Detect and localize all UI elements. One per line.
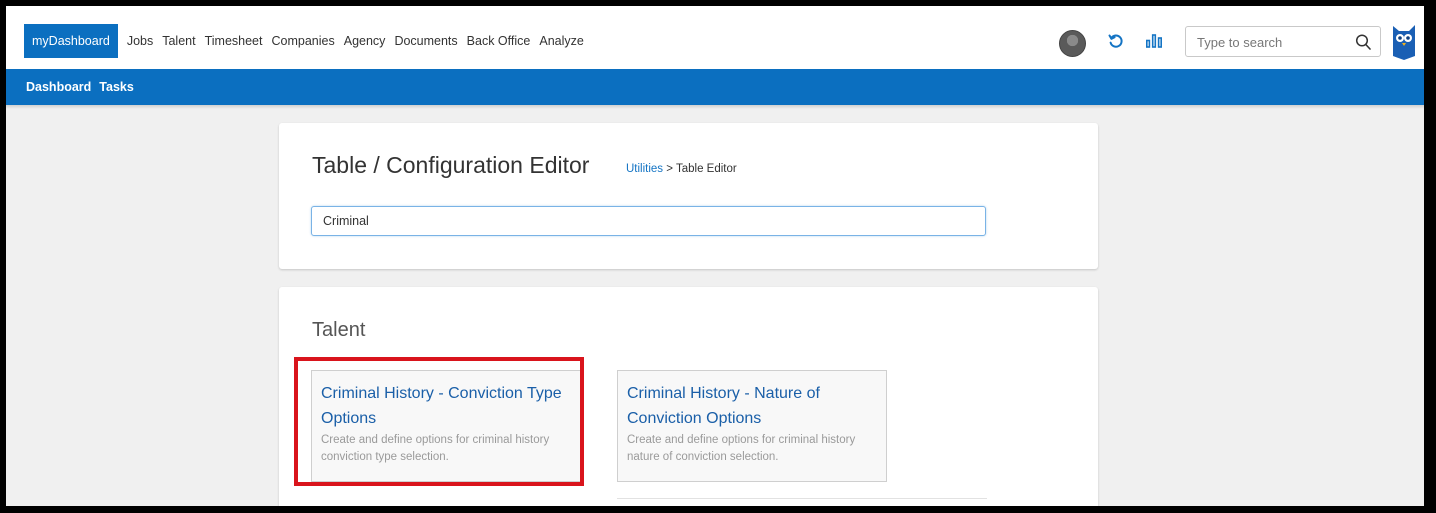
breadcrumb-utilities-link[interactable]: Utilities xyxy=(626,163,663,175)
tile-description: Create and define options for criminal h… xyxy=(627,434,856,463)
subnav-item-dashboard[interactable]: Dashboard xyxy=(26,80,91,94)
breadcrumb: Utilities > Table Editor xyxy=(626,163,737,175)
main-menu: myDashboard Jobs Talent Timesheet Compan… xyxy=(24,24,593,58)
nav-utilities xyxy=(1059,26,1163,60)
tile-title[interactable]: Criminal History - Conviction Type Optio… xyxy=(321,381,571,431)
nav-item-agency[interactable]: Agency xyxy=(344,24,395,58)
editor-header-panel: Table / Configuration Editor Utilities >… xyxy=(279,123,1098,269)
breadcrumb-separator: > xyxy=(666,163,673,175)
section-title-talent: Talent xyxy=(312,319,366,341)
nav-item-timesheet[interactable]: Timesheet xyxy=(205,24,272,58)
nav-item-jobs[interactable]: Jobs xyxy=(127,24,162,58)
search-icon[interactable] xyxy=(1355,33,1371,51)
nav-item-companies[interactable]: Companies xyxy=(272,24,344,58)
top-navigation-bar: myDashboard Jobs Talent Timesheet Compan… xyxy=(6,6,1424,69)
breadcrumb-current: Table Editor xyxy=(675,163,737,175)
subnav-item-tasks[interactable]: Tasks xyxy=(99,80,134,94)
nav-item-talent[interactable]: Talent xyxy=(162,24,204,58)
tile-title[interactable]: Criminal History - Nature of Conviction … xyxy=(627,381,877,431)
subnav-shadow xyxy=(6,105,1424,109)
tile-description: Create and define options for criminal h… xyxy=(321,434,550,463)
nav-item-analyze[interactable]: Analyze xyxy=(539,24,592,58)
results-panel: Talent Criminal History - Conviction Typ… xyxy=(279,287,1098,506)
search-input[interactable] xyxy=(1197,33,1347,51)
nav-item-mydashboard[interactable]: myDashboard xyxy=(24,24,118,58)
tile-conviction-type-options[interactable]: Criminal History - Conviction Type Optio… xyxy=(311,370,581,482)
tile-nature-of-conviction-options[interactable]: Criminal History - Nature of Conviction … xyxy=(617,370,887,482)
global-search[interactable] xyxy=(1185,26,1381,57)
sub-navigation-bar: Dashboard Tasks xyxy=(6,69,1424,105)
refresh-icon[interactable] xyxy=(1108,33,1124,53)
table-filter-input[interactable] xyxy=(311,206,986,236)
owl-logo-icon[interactable] xyxy=(1391,22,1417,62)
nav-item-back-office[interactable]: Back Office xyxy=(467,24,540,58)
user-avatar[interactable] xyxy=(1059,29,1086,57)
page-title: Table / Configuration Editor xyxy=(312,152,590,178)
app-frame: myDashboard Jobs Talent Timesheet Compan… xyxy=(6,6,1424,506)
divider xyxy=(617,498,987,499)
analytics-icon[interactable] xyxy=(1146,34,1163,52)
nav-item-documents[interactable]: Documents xyxy=(394,24,466,58)
